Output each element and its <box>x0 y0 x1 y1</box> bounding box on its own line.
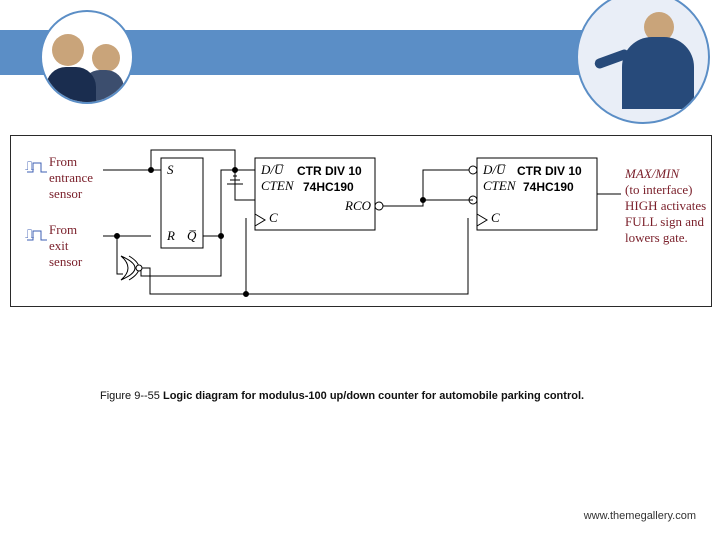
ctr1-title: CTR DIV 10 <box>297 164 362 178</box>
figure-title: Logic diagram for modulus-100 up/down co… <box>160 390 584 402</box>
output-desc: (to interface) HIGH activates FULL sign … <box>625 182 706 246</box>
ctr1-du: D/U̅ <box>261 162 283 178</box>
output-maxmin: MAX/MIN <box>625 166 679 182</box>
ctr2-c: C <box>491 210 500 226</box>
header-photo-right <box>576 0 710 124</box>
ctr1-cten: CTEN <box>261 178 294 194</box>
ctr2-du: D/U̅ <box>483 162 505 178</box>
footer-url: www.themegallery.com <box>584 510 696 522</box>
entrance-label: From entrance sensor <box>49 154 93 202</box>
ctr2-part: 74HC190 <box>523 180 574 194</box>
ctr2-cten: CTEN <box>483 178 516 194</box>
diagram-svg <box>11 136 711 306</box>
ctr1-rco: RCO <box>345 198 371 214</box>
latch-qbar: Q̅ <box>187 228 196 244</box>
latch-r: R <box>167 228 175 244</box>
header-photo-left <box>40 10 134 104</box>
ctr1-c: C <box>269 210 278 226</box>
logic-diagram: ⎍ ⎍ From entrance sensor From exit senso… <box>10 135 712 307</box>
latch-s: S <box>167 162 174 178</box>
figure-caption: Figure 9--55 Logic diagram for modulus-1… <box>100 390 584 402</box>
figure-number: Figure 9--55 <box>100 390 160 402</box>
pulse-icon: ⎍ <box>25 158 34 174</box>
pulse-icon: ⎍ <box>25 226 34 242</box>
ctr1-part: 74HC190 <box>303 180 354 194</box>
ctr2-title: CTR DIV 10 <box>517 164 582 178</box>
exit-label: From exit sensor <box>49 222 82 270</box>
